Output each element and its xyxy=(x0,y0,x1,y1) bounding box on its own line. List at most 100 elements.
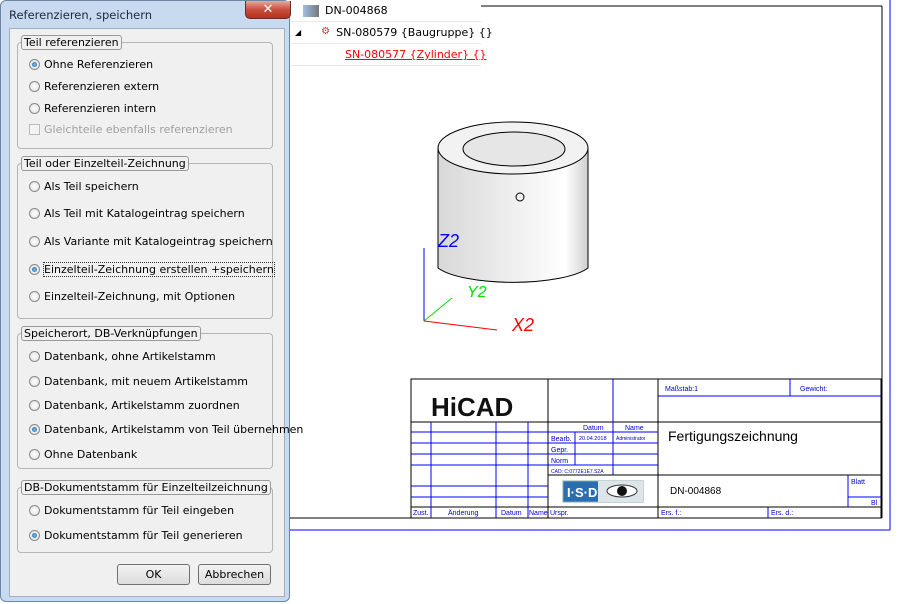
bl-label: Bl xyxy=(871,500,878,507)
gepr-label: Gepr. xyxy=(551,447,568,454)
z-axis-label: Z2 xyxy=(437,231,459,251)
radio-icon[interactable] xyxy=(29,81,40,92)
radio-als-teil[interactable]: Als Teil speichern xyxy=(29,180,139,193)
radio-label: Ohne Datenbank xyxy=(44,448,138,461)
urspr-label: Urspr. xyxy=(550,510,569,517)
x-axis-label: X2 xyxy=(511,315,534,335)
zust-label: Zust. xyxy=(413,510,429,517)
radio-icon[interactable] xyxy=(29,264,40,275)
group-label: Teil oder Einzelteil-Zeichnung xyxy=(21,156,189,171)
radio-label: Einzelteil-Zeichnung erstellen +speicher… xyxy=(43,262,275,277)
norm-label: Norm xyxy=(551,458,568,465)
weight-label: Gewicht: xyxy=(800,386,827,393)
drawing-title: Fertigungszeichnung xyxy=(668,428,798,444)
col-date-header: Datum xyxy=(583,425,604,432)
dialog-title: Referenzieren, speichern xyxy=(9,8,153,22)
radio-label: Ohne Referenzieren xyxy=(44,58,154,71)
group-speicherort: Speicherort, DB-Verknüpfungen Datenbank,… xyxy=(17,326,303,469)
radio-label: Als Teil mit Katalogeintrag speichern xyxy=(44,207,245,220)
bearb-name: Administrator xyxy=(616,436,646,442)
name-label: Name xyxy=(529,510,548,517)
radio-referenzieren-intern[interactable]: Referenzieren intern xyxy=(29,102,156,115)
radio-icon[interactable] xyxy=(29,376,40,387)
group-label: DB-Dokumentstamm für Einzelteilzeichnung xyxy=(21,480,271,495)
radio-label: Referenzieren intern xyxy=(44,102,157,115)
radio-label: Referenzieren extern xyxy=(44,80,160,93)
radio-einzelteil-optionen[interactable]: Einzelteil-Zeichnung, mit Optionen xyxy=(29,290,235,303)
checkbox-icon xyxy=(29,124,40,135)
radio-icon[interactable] xyxy=(29,103,40,114)
group-label: Speicherort, DB-Verknüpfungen xyxy=(21,326,201,341)
save-reference-dialog: Referenzieren, speichern ✕ Teil referenz… xyxy=(0,0,303,602)
drawing-number: DN-004868 xyxy=(670,486,722,497)
radio-db-ohne-artikelstamm[interactable]: Datenbank, ohne Artikelstamm xyxy=(29,350,216,363)
radio-icon[interactable] xyxy=(29,351,40,362)
ers-d-label: Ers. d.: xyxy=(771,510,793,517)
radio-als-variante[interactable]: Als Variante mit Katalogeintrag speicher… xyxy=(29,235,273,248)
expand-triangle-icon[interactable]: ◢ xyxy=(295,28,301,37)
hicad-logo: HiCAD xyxy=(431,392,513,422)
feature-tree: DN-004868 ◢ ⚙ SN-080579 {Baugruppe} {} S… xyxy=(291,0,493,66)
ers-f-label: Ers. f.: xyxy=(661,510,681,517)
bearb-label: Bearb. xyxy=(551,436,572,443)
radio-label: Dokumentstamm für Teil eingeben xyxy=(44,504,235,517)
tree-item-drawing[interactable]: DN-004868 xyxy=(291,0,481,22)
tree-item-part[interactable]: SN-080577 {Zylinder} {} xyxy=(291,44,487,66)
bearb-date: 20.04.2018 xyxy=(579,436,607,442)
aenderung-label: Änderung xyxy=(448,509,478,517)
radio-label: Datenbank, ohne Artikelstamm xyxy=(44,350,216,363)
dialog-panel: Teil referenzieren Ohne Referenzieren Re… xyxy=(9,28,303,597)
cylinder-model[interactable] xyxy=(437,121,589,283)
checkbox-gleichteile: Gleichteile ebenfalls referenzieren xyxy=(29,123,233,136)
cancel-button[interactable]: Abbrechen xyxy=(198,564,271,585)
radio-icon[interactable] xyxy=(29,291,40,302)
tree-item-label: SN-080579 {Baugruppe} {} xyxy=(336,26,493,39)
x-icon: ✕ xyxy=(262,2,274,17)
tree-item-label: SN-080577 {Zylinder} {} xyxy=(345,48,487,61)
isd-logo-text: I·S·D xyxy=(567,485,597,500)
radio-label: Dokumentstamm für Teil generieren xyxy=(44,529,243,542)
close-button[interactable]: ✕ xyxy=(245,1,291,19)
drawing-database-icon xyxy=(303,4,319,17)
radio-label: Datenbank, Artikelstamm von Teil überneh… xyxy=(44,423,304,436)
radio-dokumentstamm-generieren[interactable]: Dokumentstamm für Teil generieren xyxy=(29,529,243,542)
y-axis-label: Y2 xyxy=(467,284,487,301)
scale-label: Maßstab:1 xyxy=(665,386,698,393)
radio-einzelteil-erstellen[interactable]: Einzelteil-Zeichnung erstellen +speicher… xyxy=(29,262,275,277)
radio-ohne-datenbank[interactable]: Ohne Datenbank xyxy=(29,448,137,461)
group-teil-referenzieren: Teil referenzieren Ohne Referenzieren Re… xyxy=(17,35,273,149)
radio-label: Datenbank, mit neuem Artikelstamm xyxy=(44,375,249,388)
group-dokumentstamm: DB-Dokumentstamm für Einzelteilzeichnung… xyxy=(17,480,273,553)
col-name-header: Name xyxy=(625,425,644,432)
ok-button[interactable]: OK xyxy=(117,564,190,585)
radio-db-neuer-artikelstamm[interactable]: Datenbank, mit neuem Artikelstamm xyxy=(29,375,248,388)
radio-dokumentstamm-eingeben[interactable]: Dokumentstamm für Teil eingeben xyxy=(29,504,234,517)
radio-label: Als Variante mit Katalogeintrag speicher… xyxy=(44,235,273,248)
radio-label: Als Teil speichern xyxy=(44,180,139,193)
radio-icon[interactable] xyxy=(29,449,40,460)
tree-item-label: DN-004868 xyxy=(325,4,388,17)
radio-db-artikelstamm-zuordnen[interactable]: Datenbank, Artikelstamm zuordnen xyxy=(29,399,240,412)
group-teil-einzelteil: Teil oder Einzelteil-Zeichnung Als Teil … xyxy=(17,156,275,319)
tree-item-assembly[interactable]: ◢ ⚙ SN-080579 {Baugruppe} {} xyxy=(291,22,493,44)
radio-icon[interactable] xyxy=(29,424,40,435)
assembly-icon: ⚙ xyxy=(321,25,331,37)
datum-label: Datum xyxy=(501,510,522,517)
radio-als-teil-katalog[interactable]: Als Teil mit Katalogeintrag speichern xyxy=(29,207,245,220)
radio-icon[interactable] xyxy=(29,505,40,516)
radio-icon[interactable] xyxy=(29,530,40,541)
isd-logo: I·S·D xyxy=(562,480,644,503)
radio-db-artikelstamm-uebernehmen[interactable]: Datenbank, Artikelstamm von Teil überneh… xyxy=(29,423,303,436)
radio-icon[interactable] xyxy=(29,400,40,411)
radio-icon[interactable] xyxy=(29,236,40,247)
radio-icon[interactable] xyxy=(29,181,40,192)
radio-label: Datenbank, Artikelstamm zuordnen xyxy=(44,399,240,412)
group-label: Teil referenzieren xyxy=(21,35,122,50)
radio-icon[interactable] xyxy=(29,208,40,219)
radio-referenzieren-extern[interactable]: Referenzieren extern xyxy=(29,80,159,93)
cad-file: CAD: C:0772E1E7.S2A xyxy=(551,469,604,475)
radio-icon[interactable] xyxy=(29,59,40,70)
radio-ohne-referenzieren[interactable]: Ohne Referenzieren xyxy=(29,58,153,71)
radio-label: Einzelteil-Zeichnung, mit Optionen xyxy=(44,290,236,303)
blatt-label: Blatt xyxy=(851,479,865,486)
